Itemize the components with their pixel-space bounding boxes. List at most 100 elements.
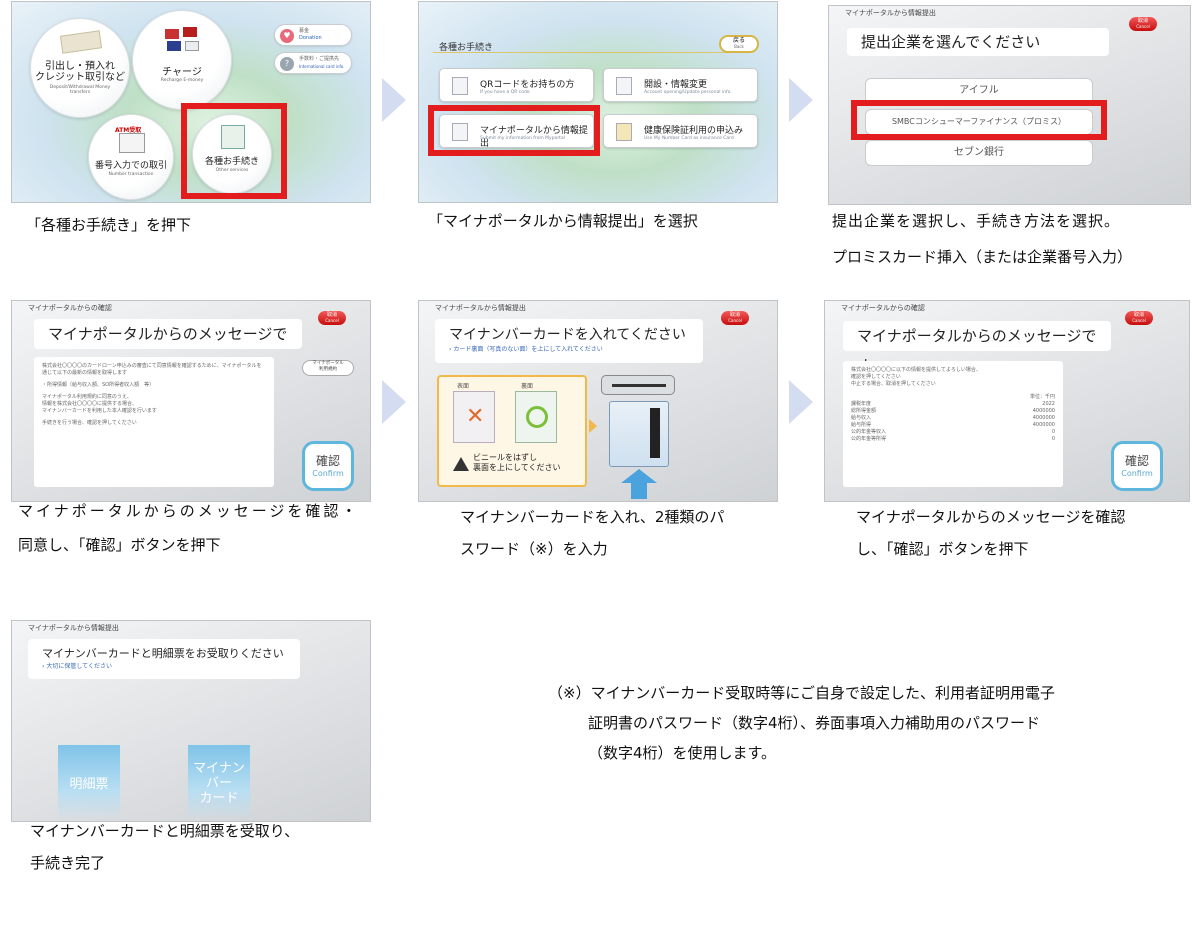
front-label: 表面 [457, 383, 470, 390]
account-update-label: 開設・情報変更 [644, 80, 708, 90]
confirm-button[interactable]: 確認 Confirm [302, 441, 354, 491]
step4-caption-1: マイナポータルからのメッセージを確認・ [18, 502, 360, 520]
insert-arrow-stem [631, 483, 647, 499]
cross-icon: ✕ [466, 404, 485, 429]
cancel-button[interactable]: 取消 Cancel [1125, 311, 1153, 325]
row-label: 課税年度 [851, 401, 872, 407]
table-row: 公的年金等収入 0 [851, 429, 1055, 436]
warning-icon [453, 457, 469, 471]
row-label: 給与所得 [851, 422, 872, 428]
cancel-button[interactable]: 取消 Cancel [1129, 17, 1157, 31]
step6-caption-2: し、「確認」ボタンを押下 [856, 540, 1029, 558]
charge-label: チャージ [162, 67, 202, 78]
password-note-3: （数字4桁）を使用します。 [588, 744, 777, 762]
step4-title: マイナポータルからのメッセージです [34, 319, 302, 373]
confirm-sub: Confirm [1121, 469, 1153, 478]
msg-line: 確認を押してください [851, 374, 901, 380]
row-value: 4000000 [1032, 422, 1055, 428]
row-label: 総所得金額 [851, 408, 877, 414]
account-update-option[interactable]: 開設・情報変更 Account opening/Update personal … [603, 68, 758, 102]
number-transaction-label: 番号入力での取引 [94, 161, 167, 171]
emoney-cards-icon [165, 27, 201, 53]
row-label: 公的年金等収入 [851, 429, 887, 435]
row-value: 2022 [1042, 401, 1055, 407]
password-note-2: 証明書のパスワード（数字4桁）、券面事項入力補助用のパスワード [588, 714, 1041, 732]
charge-button[interactable]: チャージ Recharge E-money [132, 10, 232, 110]
chevron-right-icon: › [449, 346, 452, 353]
row-value: 4000000 [1032, 408, 1055, 414]
step-arrow [789, 78, 813, 122]
step7-subtitle: › 大切に保管してください [42, 661, 300, 670]
withdraw-deposit-button[interactable]: 引出し・預入れ クレジット取引など Deposit/Withdrawal Mon… [30, 18, 130, 118]
table-row: 公的年金等所得 0 [851, 436, 1055, 443]
withdraw-deposit-label: 引出し・預入れ クレジット取引など [35, 61, 125, 83]
donation-label: 募金 [299, 28, 310, 34]
step7-title: マイナンバーカードと明細票をお受取りください [42, 647, 284, 660]
table-row: 総所得金額 4000000 [851, 408, 1055, 415]
msg-line: 情報を株式会社〇〇〇〇に提供する場合、 [42, 401, 138, 407]
row-value: 4000000 [1032, 415, 1055, 421]
cancel-sub: Cancel [1136, 24, 1150, 29]
warning-text: ビニールをはずし 裏面を上にしてください [473, 453, 561, 472]
card-slot-icon [601, 375, 675, 395]
fees-info-sub: International card info. [299, 64, 345, 69]
question-icon: ? [280, 57, 294, 71]
charge-sub: Recharge E-money [160, 78, 204, 83]
check-circle-icon [526, 406, 548, 428]
row-label: 公的年金等所得 [851, 436, 887, 442]
table-row: 給与所得 4000000 [851, 422, 1055, 429]
step6-message-box: 株式会社〇〇〇〇に以下の情報を提供してよろしい場合、 確認を押してください 中止… [843, 361, 1063, 487]
row-value: 0 [1051, 436, 1055, 442]
confirm-button[interactable]: 確認 Confirm [1111, 441, 1163, 491]
cancel-button[interactable]: 取消 Cancel [721, 311, 749, 325]
account-update-sub: Account opening/Update personal info. [644, 90, 732, 95]
qr-code-label: QRコードをお持ちの方 [480, 80, 575, 90]
step1-caption: 「各種お手続き」を押下 [26, 216, 192, 234]
step5-subtitle-text: カード裏面（写真のない面）を上にして入れてください [453, 346, 603, 353]
highlight-promise [851, 100, 1107, 140]
step2-title-rule [433, 52, 743, 53]
cancel-sub: Cancel [728, 318, 742, 323]
cancel-button[interactable]: 取消 Cancel [318, 311, 346, 325]
step5-caption-2: スワード（※）を入力 [460, 540, 608, 558]
row-label: 給与収入 [851, 415, 872, 421]
cash-icon [59, 30, 103, 54]
step5-caption-1: マイナンバーカードを入れ、2種類のパ [460, 508, 725, 526]
donation-button[interactable]: ♥ 募金 Donation [274, 24, 352, 46]
confirm-label: 確認 [1124, 454, 1149, 468]
qr-code-sub: If you have a QR code [480, 90, 530, 95]
my-number-card-icon [609, 401, 669, 467]
step7-header: マイナポータルから情報提出 [28, 624, 119, 632]
keypad-icon [119, 133, 145, 153]
fees-info-button[interactable]: ? 手数料・ご提携先 International card info. [274, 52, 352, 74]
step7-screen: マイナポータルから情報提出 マイナンバーカードと明細票をお受取りください › 大… [11, 620, 371, 822]
number-transaction-button[interactable]: ATM受取 番号入力での取引 Number transaction [88, 114, 174, 200]
table-unit: 単位：千円 [1029, 394, 1055, 400]
step3-screen: マイナポータルから情報提出 取消 Cancel 提出企業を選んでください アイフ… [828, 5, 1191, 205]
insurance-card-option[interactable]: 健康保険証利用の申込み Use My Number Card as insura… [603, 114, 758, 148]
card-label: マイナンバー カード [193, 761, 245, 806]
insurance-card-sub: Use My Number Card as insurance Card [644, 136, 734, 141]
step-arrow [789, 380, 813, 424]
step6-title: マイナポータルからのメッセージです [843, 321, 1111, 375]
company-seven-bank[interactable]: セブン銀行 [865, 140, 1093, 166]
confirm-label: 確認 [315, 454, 340, 468]
msg-line: マイナンバーカードを利用した本人確認を行います [42, 408, 157, 414]
back-label: 裏面 [521, 383, 534, 390]
msg-line: 株式会社〇〇〇〇のカードローン申込みの審査にて同意情報を確認するために、マイナポ… [42, 363, 262, 376]
passbook-icon [616, 77, 632, 95]
highlight-other-services [181, 103, 287, 199]
back-sub: Back [734, 44, 744, 49]
msg-line: 株式会社〇〇〇〇に以下の情報を提供してよろしい場合、 [851, 367, 981, 373]
step3-header: マイナポータルから情報提出 [845, 9, 936, 17]
msg-line: マイナポータル利用規約に同意のうえ、 [42, 394, 132, 400]
confirm-sub: Confirm [312, 469, 344, 478]
pointer-triangle [589, 419, 597, 433]
step7-caption-2: 手続き完了 [30, 854, 106, 872]
card-front-icon: ✕ [453, 391, 495, 443]
fees-info-label: 手数料・ご提携先 [299, 56, 340, 62]
qr-code-option[interactable]: QRコードをお持ちの方 If you have a QR code [439, 68, 594, 102]
back-button[interactable]: 戻る Back [719, 35, 759, 53]
terms-button[interactable]: マイナポータル 利用規約 [302, 360, 354, 376]
step7-title-box: マイナンバーカードと明細票をお受取りください › 大切に保管してください [28, 639, 300, 679]
